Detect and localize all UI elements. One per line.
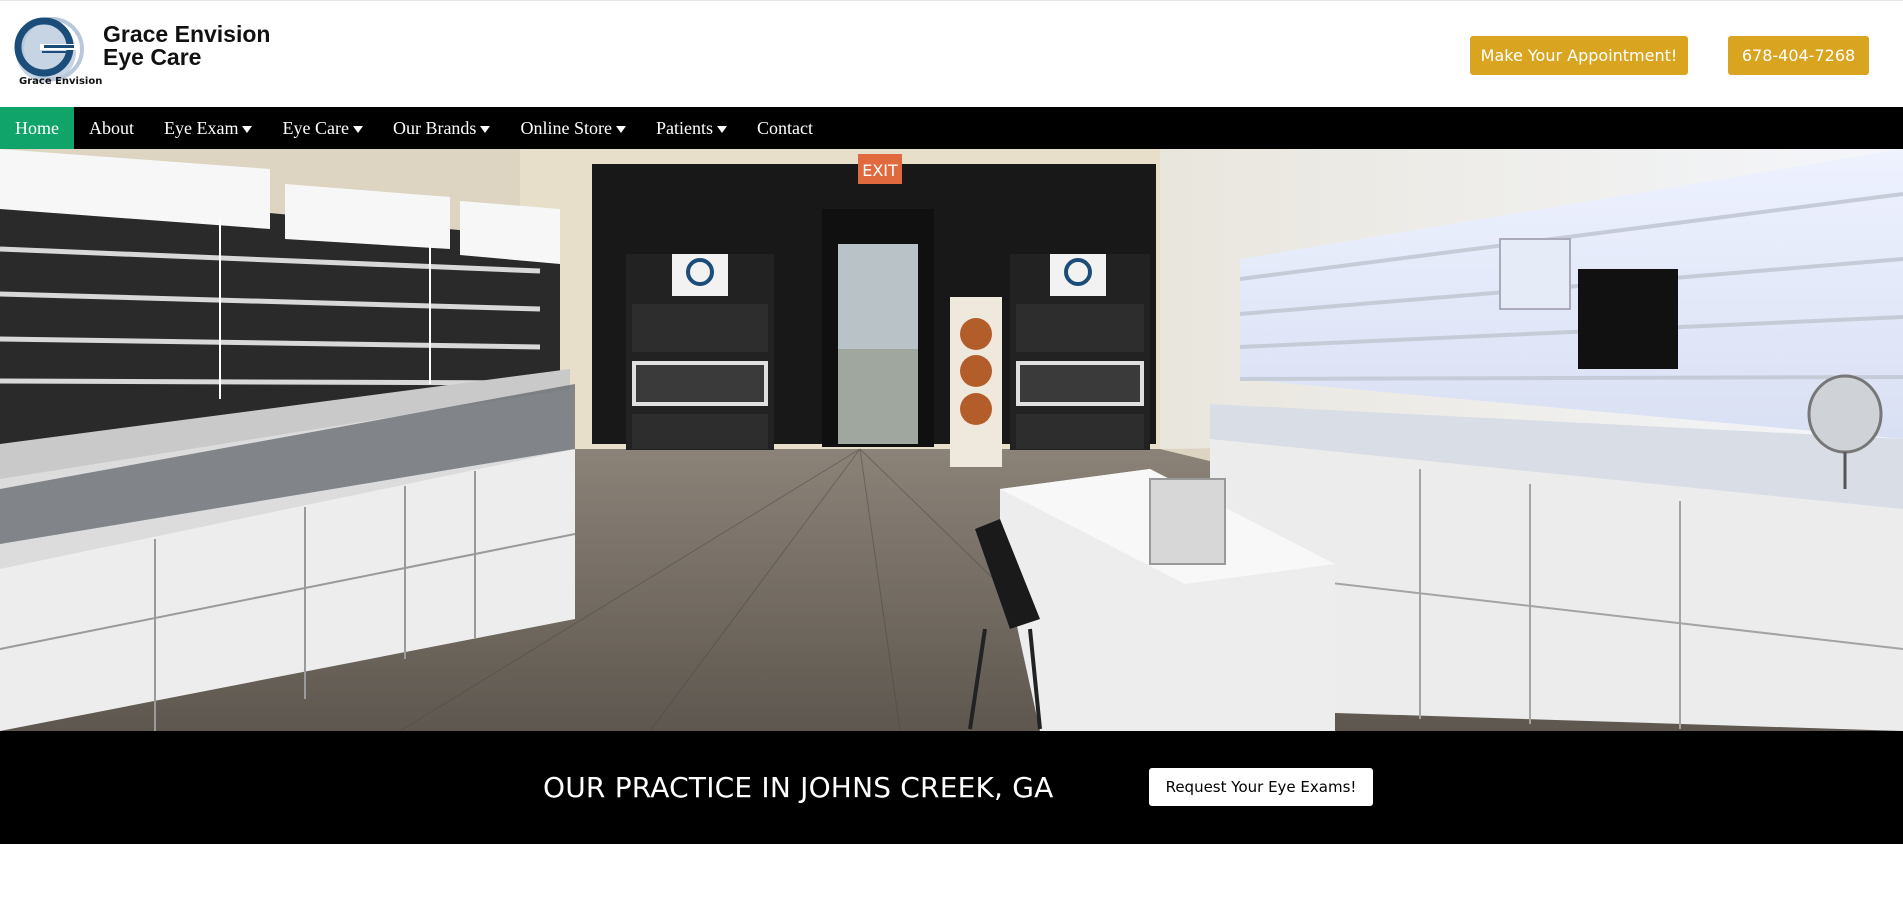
nav-item-home[interactable]: Home xyxy=(0,107,74,149)
nav-item-patients[interactable]: Patients xyxy=(641,107,742,149)
caret-down-icon xyxy=(480,125,491,133)
nav-label: Online Store xyxy=(520,117,612,138)
brand-name[interactable]: Grace Envision Eye Care xyxy=(103,23,270,69)
caret-down-icon xyxy=(615,125,626,133)
make-appointment-button[interactable]: Make Your Appointment! xyxy=(1470,36,1688,75)
nav-item-online-store[interactable]: Online Store xyxy=(505,107,641,149)
hero-image: EXIT xyxy=(0,149,1903,731)
nav-item-our-brands[interactable]: Our Brands xyxy=(378,107,506,149)
logo-caption: Grace Envision xyxy=(19,76,103,87)
phone-button[interactable]: 678-404-7268 xyxy=(1728,36,1869,75)
nav-label: Our Brands xyxy=(392,117,477,138)
practice-heading: OUR PRACTICE IN JOHNS CREEK, GA xyxy=(543,771,1054,804)
brand-line-2: Eye Care xyxy=(103,44,202,70)
nav-label: Eye Exam xyxy=(164,117,239,138)
caret-down-icon xyxy=(716,125,727,133)
caret-down-icon xyxy=(242,125,253,133)
nav-label: Eye Care xyxy=(282,117,349,138)
nav-label: Patients xyxy=(655,117,713,138)
cta-band: OUR PRACTICE IN JOHNS CREEK, GA Request … xyxy=(0,731,1903,844)
exit-sign: EXIT xyxy=(862,161,898,180)
nav-item-eye-exam[interactable]: Eye Exam xyxy=(149,107,267,149)
nav-item-about[interactable]: About xyxy=(74,107,149,149)
store-interior-illustration: EXIT xyxy=(0,149,1903,731)
nav-item-contact[interactable]: Contact xyxy=(742,107,828,149)
nav-label: About xyxy=(89,117,134,138)
brand-line-1: Grace Envision xyxy=(103,21,271,47)
nav-label: Contact xyxy=(756,117,813,138)
request-eye-exam-button[interactable]: Request Your Eye Exams! xyxy=(1149,768,1373,806)
caret-down-icon xyxy=(352,125,363,133)
nav-label: Home xyxy=(15,117,59,138)
site-header: Grace Envision Grace Envision Eye Care M… xyxy=(0,1,1903,107)
main-nav: Home About Eye Exam Eye Care Our Brands … xyxy=(0,107,1903,149)
nav-item-eye-care[interactable]: Eye Care xyxy=(267,107,377,149)
